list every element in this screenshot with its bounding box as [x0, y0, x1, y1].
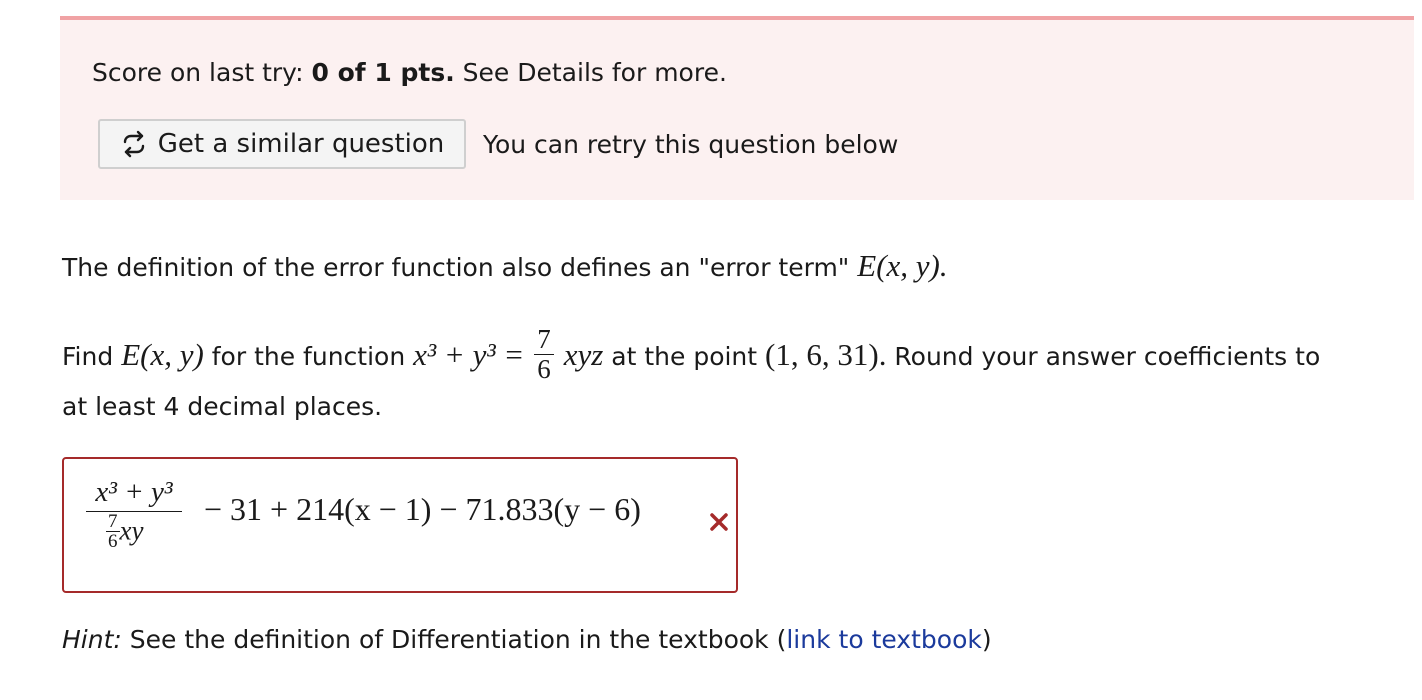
at-text: at the point: [611, 342, 758, 371]
answer-denominator-coefficient: 7 6: [106, 512, 120, 551]
intro-text: The definition of the error function als…: [62, 253, 850, 282]
retry-text: You can retry this question below: [483, 130, 899, 159]
answer-remainder: − 31 + 214(x − 1) − 71.833(y − 6): [204, 491, 641, 527]
hint-label: Hint:: [62, 625, 122, 654]
hint-text: See the definition of Differentiation in…: [129, 625, 787, 654]
find-math: E(x, y): [121, 337, 204, 372]
coefficient-fraction: 7 6: [534, 325, 554, 383]
x-mark-icon: [710, 513, 728, 531]
answer-denominator-vars: xy: [119, 515, 144, 546]
score-line: Score on last try: 0 of 1 pts. See Detai…: [92, 58, 727, 87]
function-rhs: xyz: [563, 337, 604, 372]
round-text: Round your answer coefficients to: [894, 342, 1321, 371]
score-prefix: Score on last try:: [92, 58, 304, 87]
score-value: 0 of 1 pts.: [311, 58, 455, 87]
function-lhs: x³ + y³ =: [413, 337, 525, 372]
coefficient-denominator: 6: [534, 353, 554, 383]
hint-close: ): [981, 625, 992, 654]
score-suffix: See Details for more.: [462, 58, 727, 87]
score-panel: Score on last try: 0 of 1 pts. See Detai…: [60, 16, 1414, 200]
answer-fraction-bar: [86, 510, 182, 512]
refresh-icon: [123, 130, 144, 158]
for-text: for the function: [211, 342, 406, 371]
question-intro: The definition of the error function als…: [62, 248, 948, 284]
answer-denominator-coef-den: 6: [106, 530, 120, 552]
find-word: Find: [62, 342, 114, 371]
get-similar-question-button[interactable]: Get a similar question: [98, 119, 466, 169]
answer-numerator: x³ + y³: [95, 476, 173, 508]
answer-fraction: x³ + y³ 7 6 xy: [86, 476, 182, 553]
hint: Hint: See the definition of Differentiat…: [62, 625, 992, 654]
question-prompt-line2: at least 4 decimal places.: [62, 392, 383, 421]
answer-denominator-coef-num: 7: [108, 510, 118, 532]
answer-denominator: 7 6 xy: [86, 512, 182, 553]
error-term-math: E(x, y).: [857, 248, 948, 283]
get-similar-question-label: Get a similar question: [157, 129, 445, 159]
coefficient-numerator: 7: [537, 324, 551, 355]
textbook-link[interactable]: link to textbook: [786, 625, 981, 654]
point-math: (1, 6, 31).: [765, 337, 887, 372]
answer-input[interactable]: x³ + y³ 7 6 xy − 31 + 214(x − 1) − 71.83…: [62, 457, 738, 593]
